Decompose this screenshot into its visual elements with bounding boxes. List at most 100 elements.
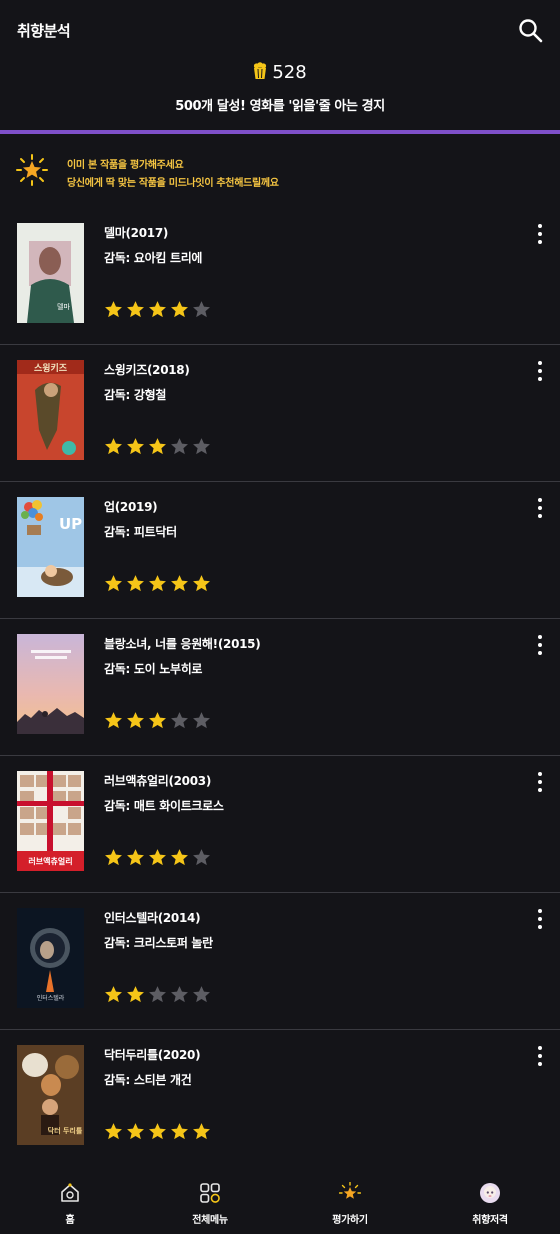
- more-options-button[interactable]: [530, 633, 550, 657]
- svg-text:UP: UP: [59, 515, 82, 533]
- star-filled-icon[interactable]: [148, 848, 167, 867]
- kebab-dot: [538, 1062, 542, 1066]
- star-rating[interactable]: [104, 985, 211, 1005]
- star-empty-icon[interactable]: [192, 848, 211, 867]
- star-filled-icon[interactable]: [170, 848, 189, 867]
- nav-home[interactable]: 홈: [0, 1164, 140, 1234]
- star-empty-icon[interactable]: [148, 985, 167, 1004]
- movie-item[interactable]: 블랑소녀, 너를 응원해!(2015) 감독: 도이 노부히로: [0, 619, 560, 756]
- movie-poster[interactable]: 인터스텔라: [17, 908, 84, 1008]
- star-filled-icon[interactable]: [126, 848, 145, 867]
- nav-taste-pick-label: 취향저격: [472, 1215, 508, 1226]
- more-options-button[interactable]: [530, 907, 550, 931]
- star-filled-icon[interactable]: [170, 1122, 189, 1141]
- kebab-dot: [538, 240, 542, 244]
- star-filled-icon[interactable]: [170, 574, 189, 593]
- star-filled-icon[interactable]: [104, 574, 123, 593]
- star-empty-icon[interactable]: [192, 300, 211, 319]
- kebab-dot: [538, 772, 542, 776]
- nav-rate[interactable]: 평가하기: [280, 1164, 420, 1234]
- kebab-dot: [538, 780, 542, 784]
- star-burst-icon: [16, 154, 48, 186]
- more-options-button[interactable]: [530, 770, 550, 794]
- kebab-dot: [538, 917, 542, 921]
- star-filled-icon[interactable]: [126, 300, 145, 319]
- movie-item[interactable]: UP 업(2019) 감독: 피트닥터: [0, 482, 560, 619]
- search-button[interactable]: [516, 16, 546, 46]
- movie-poster[interactable]: 러브액츄얼리: [17, 771, 84, 871]
- movie-director: 감독: 크리스토퍼 놀란: [104, 936, 213, 950]
- movie-title: 델마(2017): [104, 226, 169, 240]
- star-filled-icon[interactable]: [148, 574, 167, 593]
- star-filled-icon[interactable]: [104, 300, 123, 319]
- kebab-dot: [538, 643, 542, 647]
- movie-item[interactable]: 인터스텔라 인터스텔라(2014) 감독: 크리스토퍼 놀란: [0, 893, 560, 1030]
- popcorn-score: 528: [0, 62, 560, 83]
- star-filled-icon[interactable]: [104, 985, 123, 1004]
- movie-poster[interactable]: [17, 634, 84, 734]
- search-icon: [519, 19, 543, 43]
- movie-director: 감독: 요아킴 트리에: [104, 251, 203, 265]
- star-filled-icon[interactable]: [104, 711, 123, 730]
- star-empty-icon[interactable]: [192, 711, 211, 730]
- kebab-dot: [538, 369, 542, 373]
- movie-title: 업(2019): [104, 500, 158, 514]
- movie-item[interactable]: 스윙키즈 스윙키즈(2018) 감독: 강형철: [0, 345, 560, 482]
- star-rating[interactable]: [104, 300, 211, 320]
- star-rating[interactable]: [104, 848, 211, 868]
- notice-line-1: 이미 본 작품을 평가해주세요: [67, 160, 184, 171]
- star-filled-icon[interactable]: [126, 574, 145, 593]
- movie-poster[interactable]: UP: [17, 497, 84, 597]
- star-filled-icon[interactable]: [192, 1122, 211, 1141]
- more-options-button[interactable]: [530, 496, 550, 520]
- star-filled-icon[interactable]: [148, 300, 167, 319]
- star-empty-icon[interactable]: [192, 437, 211, 456]
- star-filled-icon[interactable]: [170, 300, 189, 319]
- star-filled-icon[interactable]: [104, 1122, 123, 1141]
- star-rating[interactable]: [104, 574, 211, 594]
- more-options-button[interactable]: [530, 222, 550, 246]
- kebab-dot: [538, 635, 542, 639]
- star-empty-icon[interactable]: [192, 985, 211, 1004]
- nav-rate-label: 평가하기: [332, 1215, 368, 1226]
- movie-title: 스윙키즈(2018): [104, 363, 190, 377]
- more-options-button[interactable]: [530, 359, 550, 383]
- star-filled-icon[interactable]: [148, 437, 167, 456]
- movie-poster[interactable]: 스윙키즈: [17, 360, 84, 460]
- movie-poster[interactable]: 닥터 두리틀: [17, 1045, 84, 1145]
- movie-title: 러브액츄얼리(2003): [104, 774, 212, 788]
- movie-item[interactable]: 닥터 두리틀 닥터두리틀(2020) 감독: 스티븐 개건: [0, 1030, 560, 1167]
- movie-item[interactable]: 델마 델마(2017) 감독: 요아킴 트리에: [0, 208, 560, 345]
- star-filled-icon[interactable]: [104, 437, 123, 456]
- star-filled-icon[interactable]: [126, 437, 145, 456]
- kebab-dot: [538, 224, 542, 228]
- star-rating[interactable]: [104, 1122, 211, 1142]
- movie-title: 인터스텔라(2014): [104, 911, 201, 925]
- star-filled-icon[interactable]: [192, 574, 211, 593]
- star-filled-icon[interactable]: [148, 711, 167, 730]
- star-empty-icon[interactable]: [170, 437, 189, 456]
- more-options-button[interactable]: [530, 1044, 550, 1068]
- kebab-dot: [538, 1046, 542, 1050]
- star-filled-icon[interactable]: [126, 985, 145, 1004]
- star-rating[interactable]: [104, 711, 211, 731]
- star-empty-icon[interactable]: [170, 711, 189, 730]
- star-rating[interactable]: [104, 437, 211, 457]
- star-filled-icon[interactable]: [126, 1122, 145, 1141]
- star-filled-icon[interactable]: [148, 1122, 167, 1141]
- nav-taste-pick[interactable]: 취향저격: [420, 1164, 560, 1234]
- score-value: 528: [272, 62, 307, 83]
- kebab-dot: [538, 361, 542, 365]
- star-filled-icon[interactable]: [126, 711, 145, 730]
- movie-director: 감독: 매트 화이트크로스: [104, 799, 224, 813]
- movie-poster[interactable]: 델마: [17, 223, 84, 323]
- star-filled-icon[interactable]: [104, 848, 123, 867]
- kebab-dot: [538, 498, 542, 502]
- svg-text:델마: 델마: [57, 302, 70, 311]
- rated-movie-list: 델마 델마(2017) 감독: 요아킴 트리에 스윙키즈 스윙키즈(2018) …: [0, 208, 560, 1167]
- movie-item[interactable]: 러브액츄얼리 러브액츄얼리(2003) 감독: 매트 화이트크로스: [0, 756, 560, 893]
- movie-director: 감독: 피트닥터: [104, 525, 177, 539]
- nav-all-menu[interactable]: 전체메뉴: [140, 1164, 280, 1234]
- star-empty-icon[interactable]: [170, 985, 189, 1004]
- movie-title: 닥터두리틀(2020): [104, 1048, 201, 1062]
